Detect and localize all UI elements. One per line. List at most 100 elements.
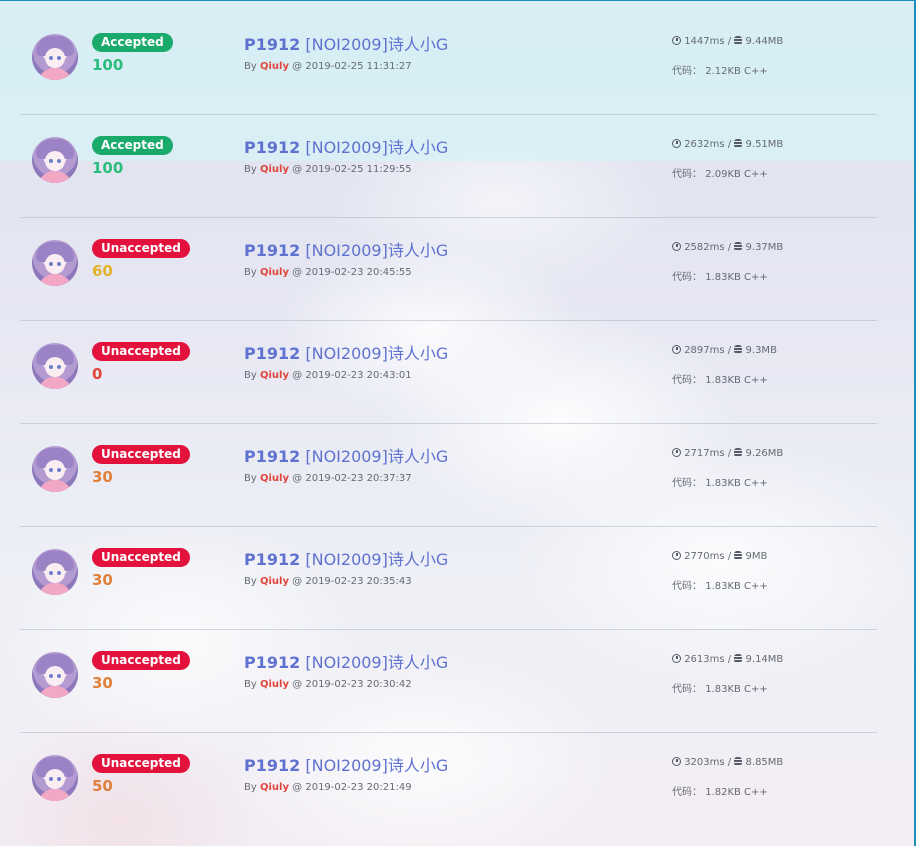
status-badge[interactable]: Unaccepted [92,651,190,670]
avatar[interactable] [32,755,78,801]
problem-id[interactable]: P1912 [244,241,300,260]
problem-id[interactable]: P1912 [244,756,300,775]
run-time: 2613ms [684,654,725,665]
performance: 3203ms / 8.85MB [672,757,783,768]
database-icon [734,139,743,148]
problem-link[interactable]: P1912 [NOI2009]诗人小G [244,752,448,776]
problem-title[interactable]: [NOI2009]诗人小G [305,447,448,466]
code-label: 代码： [672,272,702,283]
problem-link[interactable]: P1912 [NOI2009]诗人小G [244,546,448,570]
username-link[interactable]: Qiuly [260,576,289,587]
problem-link[interactable]: P1912 [NOI2009]诗人小G [244,237,448,261]
status-badge[interactable]: Accepted [92,33,173,52]
problem-id[interactable]: P1912 [244,138,300,157]
avatar[interactable] [32,446,78,492]
by-label: By [244,576,257,587]
code-size-lang: 1.83KB C++ [705,478,768,489]
memory: 8.85MB [745,757,784,768]
problem-link[interactable]: P1912 [NOI2009]诗人小G [244,443,448,467]
username-link[interactable]: Qiuly [260,61,289,72]
code-info: 代码： 1.83KB C++ [672,474,768,489]
username-link[interactable]: Qiuly [260,473,289,484]
separator: / [727,757,732,768]
username-link[interactable]: Qiuly [260,679,289,690]
submit-time: 2019-02-23 20:30:42 [305,679,412,690]
by-label: By [244,61,257,72]
avatar[interactable] [32,343,78,389]
clock-icon [672,757,681,766]
problem-id[interactable]: P1912 [244,344,300,363]
problem-link[interactable]: P1912 [NOI2009]诗人小G [244,134,448,158]
problem-title[interactable]: [NOI2009]诗人小G [305,344,448,363]
submission-meta: By Qiuly @ 2019-02-23 20:37:37 [244,473,412,484]
submission-row[interactable]: Unaccepted 30 P1912 [NOI2009]诗人小G By Qiu… [20,424,877,527]
separator: / [727,242,732,253]
memory: 9.3MB [745,345,777,356]
username-link[interactable]: Qiuly [260,267,289,278]
status-badge[interactable]: Accepted [92,136,173,155]
problem-title[interactable]: [NOI2009]诗人小G [305,35,448,54]
code-size-lang: 1.83KB C++ [705,375,768,386]
avatar[interactable] [32,240,78,286]
separator: / [727,551,732,562]
problem-id[interactable]: P1912 [244,35,300,54]
avatar[interactable] [32,137,78,183]
at-label: @ [292,679,303,690]
problem-title[interactable]: [NOI2009]诗人小G [305,756,448,775]
run-time: 2632ms [684,139,725,150]
problem-title[interactable]: [NOI2009]诗人小G [305,550,448,569]
problem-id[interactable]: P1912 [244,653,300,672]
submission-row[interactable]: Accepted 100 P1912 [NOI2009]诗人小G By Qiul… [20,115,877,218]
separator: / [727,654,732,665]
submission-meta: By Qiuly @ 2019-02-23 20:30:42 [244,679,412,690]
status-badge[interactable]: Unaccepted [92,445,190,464]
submission-row[interactable]: Accepted 100 P1912 [NOI2009]诗人小G By Qiul… [20,12,877,115]
code-size-lang: 1.82KB C++ [705,787,768,798]
at-label: @ [292,164,303,175]
submission-list-panel: Accepted 100 P1912 [NOI2009]诗人小G By Qiul… [0,0,916,846]
separator: / [727,345,732,356]
memory: 9.26MB [745,448,784,459]
separator: / [727,139,732,150]
clock-icon [672,345,681,354]
problem-link[interactable]: P1912 [NOI2009]诗人小G [244,649,448,673]
separator: / [727,36,732,47]
code-size-lang: 1.83KB C++ [705,581,768,592]
by-label: By [244,782,257,793]
score: 60 [92,262,113,280]
status-badge[interactable]: Unaccepted [92,342,190,361]
submission-row[interactable]: Unaccepted 30 P1912 [NOI2009]诗人小G By Qiu… [20,630,877,733]
username-link[interactable]: Qiuly [260,370,289,381]
problem-id[interactable]: P1912 [244,447,300,466]
separator: / [727,448,732,459]
username-link[interactable]: Qiuly [260,164,289,175]
problem-link[interactable]: P1912 [NOI2009]诗人小G [244,31,448,55]
problem-id[interactable]: P1912 [244,550,300,569]
submission-row[interactable]: Unaccepted 60 P1912 [NOI2009]诗人小G By Qiu… [20,218,877,321]
username-link[interactable]: Qiuly [260,782,289,793]
submission-row[interactable]: Unaccepted 0 P1912 [NOI2009]诗人小G By Qiul… [20,321,877,424]
avatar[interactable] [32,652,78,698]
by-label: By [244,164,257,175]
avatar[interactable] [32,549,78,595]
database-icon [734,448,743,457]
run-time: 2897ms [684,345,725,356]
submission-row[interactable]: Unaccepted 50 P1912 [NOI2009]诗人小G By Qiu… [20,733,877,836]
status-badge[interactable]: Unaccepted [92,239,190,258]
problem-title[interactable]: [NOI2009]诗人小G [305,653,448,672]
status-badge[interactable]: Unaccepted [92,754,190,773]
code-info: 代码： 1.83KB C++ [672,371,768,386]
clock-icon [672,551,681,560]
database-icon [734,757,743,766]
clock-icon [672,242,681,251]
problem-title[interactable]: [NOI2009]诗人小G [305,241,448,260]
submission-meta: By Qiuly @ 2019-02-23 20:35:43 [244,576,412,587]
score: 30 [92,674,113,692]
status-badge[interactable]: Unaccepted [92,548,190,567]
avatar[interactable] [32,34,78,80]
problem-link[interactable]: P1912 [NOI2009]诗人小G [244,340,448,364]
database-icon [734,345,743,354]
problem-title[interactable]: [NOI2009]诗人小G [305,138,448,157]
submission-row[interactable]: Unaccepted 30 P1912 [NOI2009]诗人小G By Qiu… [20,527,877,630]
performance: 2632ms / 9.51MB [672,139,783,150]
